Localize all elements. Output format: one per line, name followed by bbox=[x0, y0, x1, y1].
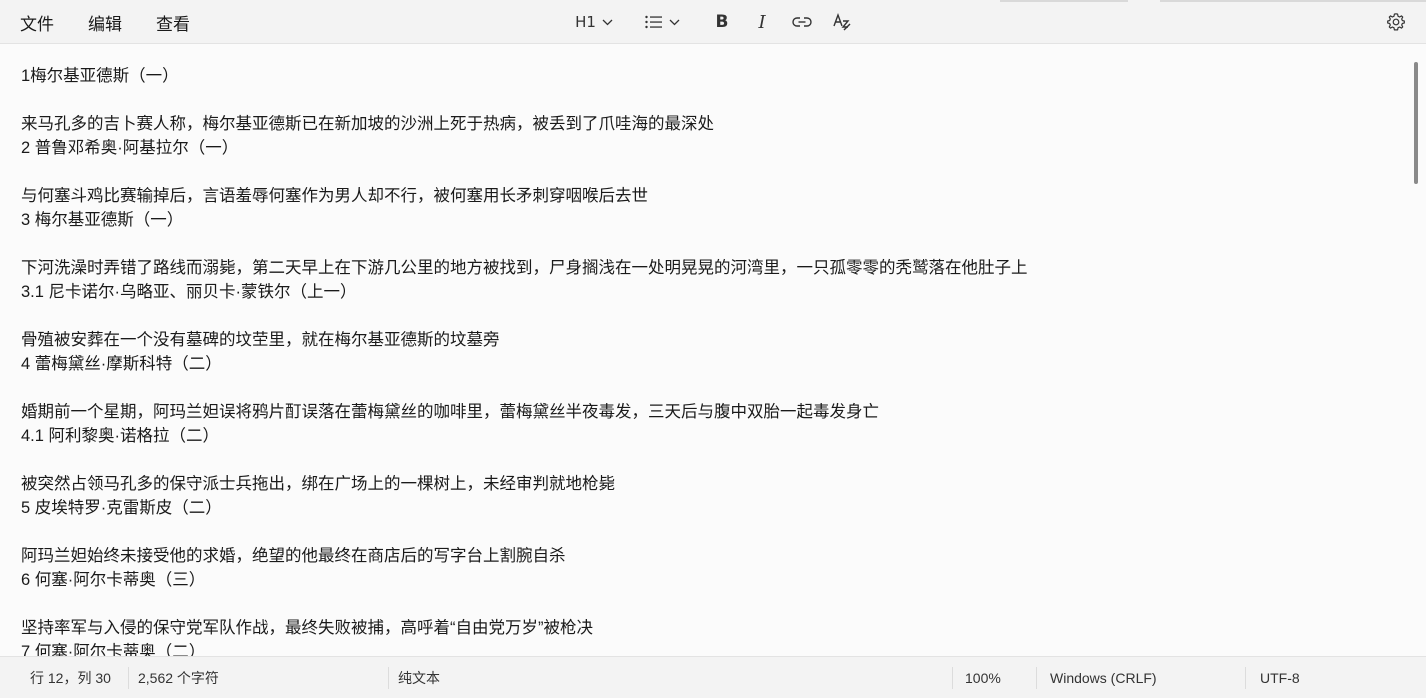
bold-button[interactable]: B bbox=[704, 6, 740, 38]
cursor-position: 行 12，列 30 bbox=[30, 670, 111, 686]
text-editor[interactable]: 1梅尔基亚德斯（一） 来马孔多的吉卜赛人称，梅尔基亚德斯已在新加坡的沙洲上死于热病… bbox=[0, 44, 1426, 656]
document-line: 与何塞斗鸡比赛输掉后，言语羞辱何塞作为男人却不行，被何塞用长矛刺穿咽喉后去世 bbox=[21, 187, 648, 205]
heading-label: H1 bbox=[575, 13, 596, 31]
italic-icon: I bbox=[758, 11, 766, 33]
document-line: 4 蕾梅黛丝·摩斯科特（二） bbox=[21, 355, 222, 373]
menu-view[interactable]: 查看 bbox=[144, 4, 202, 41]
encoding[interactable]: UTF-8 bbox=[1260, 657, 1300, 698]
document-line: 被突然占领马孔多的保守派士兵拖出，绑在广场上的一棵树上，未经审判就地枪毙 bbox=[21, 475, 615, 493]
file-format[interactable]: 纯文本 bbox=[398, 657, 440, 698]
chevron-down-icon bbox=[669, 19, 679, 25]
zoom-level[interactable]: 100% bbox=[965, 657, 1001, 698]
character-count: 2,562 个字符 bbox=[138, 670, 219, 686]
menu-file[interactable]: 文件 bbox=[8, 4, 66, 41]
status-divider bbox=[1245, 667, 1246, 689]
tab-indicator bbox=[1000, 0, 1128, 2]
status-divider bbox=[1036, 667, 1037, 689]
document-text[interactable]: 1梅尔基亚德斯（一） 来马孔多的吉卜赛人称，梅尔基亚德斯已在新加坡的沙洲上死于热病… bbox=[21, 64, 1396, 656]
document-line: 1梅尔基亚德斯（一） bbox=[21, 67, 179, 85]
link-button[interactable] bbox=[784, 6, 820, 38]
document-line: 下河洗澡时弄错了路线而溺毙，第二天早上在下游几公里的地方被找到，尸身搁浅在一处明… bbox=[21, 259, 1028, 277]
title-toolbar-bar: 文件 编辑 查看 H1 B I bbox=[0, 0, 1426, 44]
bold-icon: B bbox=[715, 12, 729, 32]
list-icon bbox=[644, 15, 662, 29]
status-divider bbox=[128, 667, 129, 689]
list-dropdown-button[interactable] bbox=[634, 6, 690, 38]
document-line: 骨殖被安葬在一个没有墓碑的坟茔里，就在梅尔基亚德斯的坟墓旁 bbox=[21, 331, 500, 349]
italic-button[interactable]: I bbox=[744, 6, 780, 38]
vertical-scrollbar-thumb[interactable] bbox=[1414, 62, 1418, 184]
document-line: 4.1 阿利黎奥·诺格拉（二） bbox=[21, 427, 220, 445]
clear-format-icon bbox=[833, 12, 851, 31]
status-divider bbox=[952, 667, 953, 689]
settings-button[interactable] bbox=[1380, 6, 1412, 38]
format-toolbar: H1 B I bbox=[566, 0, 864, 44]
link-icon bbox=[792, 17, 812, 27]
heading-dropdown-button[interactable]: H1 bbox=[566, 6, 622, 38]
line-ending[interactable]: Windows (CRLF) bbox=[1050, 657, 1157, 698]
document-line: 婚期前一个星期，阿玛兰妲误将鸦片酊误落在蕾梅黛丝的咖啡里，蕾梅黛丝半夜毒发，三天… bbox=[21, 403, 879, 421]
gear-icon bbox=[1387, 13, 1405, 31]
document-line: 5 皮埃特罗·克雷斯皮（二） bbox=[21, 499, 222, 517]
document-line: 2 普鲁邓希奥·阿基拉尔（一） bbox=[21, 139, 239, 157]
document-line: 坚持率军与入侵的保守党军队作战，最终失败被捕，高呼着“自由党万岁”被枪决 bbox=[21, 619, 593, 637]
document-line: 7 何塞·阿尔卡蒂奥（二） bbox=[21, 643, 206, 656]
menu-bar: 文件 编辑 查看 bbox=[0, 0, 212, 44]
clear-format-button[interactable] bbox=[824, 6, 860, 38]
tab-indicator bbox=[1160, 0, 1426, 2]
document-line: 阿玛兰妲始终未接受他的求婚，绝望的他最终在商店后的写字台上割腕自杀 bbox=[21, 547, 566, 565]
status-divider bbox=[388, 667, 389, 689]
document-line: 3.1 尼卡诺尔·乌略亚、丽贝卡·蒙铁尔（上一） bbox=[21, 283, 357, 301]
menu-edit[interactable]: 编辑 bbox=[76, 4, 134, 41]
document-line: 6 何塞·阿尔卡蒂奥（三） bbox=[21, 571, 206, 589]
status-bar: 行 12，列 30 2,562 个字符 纯文本 100% Windows (CR… bbox=[0, 656, 1426, 698]
document-line: 来马孔多的吉卜赛人称，梅尔基亚德斯已在新加坡的沙洲上死于热病，被丢到了爪哇海的最… bbox=[21, 115, 714, 133]
document-line: 3 梅尔基亚德斯（一） bbox=[21, 211, 184, 229]
chevron-down-icon bbox=[602, 19, 613, 25]
